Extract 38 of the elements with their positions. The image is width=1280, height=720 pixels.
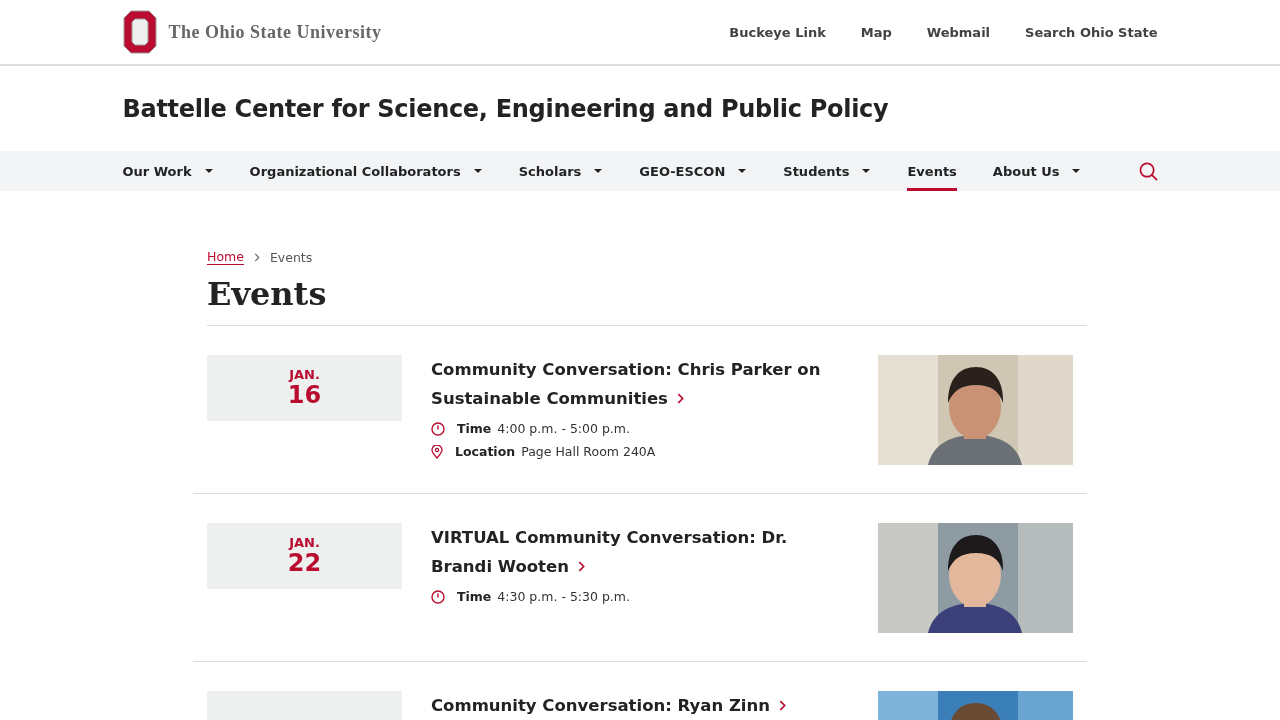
block-o-logo-icon[interactable] xyxy=(122,10,157,54)
nav-tab[interactable]: Our Work xyxy=(122,151,214,191)
header-link[interactable]: Webmail xyxy=(926,24,991,40)
nav-tab[interactable]: About Us xyxy=(992,151,1082,191)
detail-value: 4:30 p.m. - 5:30 p.m. xyxy=(497,588,630,606)
chevron-icon xyxy=(253,252,260,262)
header-link[interactable]: Map xyxy=(860,24,892,40)
detail-label: Time xyxy=(457,588,492,606)
nav-tab[interactable]: GEO-ESCON xyxy=(639,151,748,191)
nav-tab[interactable]: Scholars xyxy=(518,151,604,191)
event-title-link[interactable]: Community Conversation: Ryan Zinn xyxy=(431,691,851,720)
breadcrumb-current: Events xyxy=(269,249,313,265)
detail-label: Location xyxy=(455,443,516,461)
event-month: JAN. xyxy=(289,367,320,383)
university-name[interactable]: The Ohio State University xyxy=(168,21,382,43)
clock-icon xyxy=(431,421,445,436)
detail-value: Page Hall Room 240A xyxy=(521,443,656,461)
nav-tab[interactable]: Events xyxy=(907,151,957,191)
breadcrumb-link[interactable]: Home xyxy=(207,249,244,265)
event-day: 22 xyxy=(287,550,322,577)
event-title-link[interactable]: VIRTUAL Community Conversation: Dr. Brandi Wooten xyxy=(431,523,851,581)
chevron-icon xyxy=(779,700,787,711)
event-month: JAN. xyxy=(289,535,320,551)
site-title[interactable]: Battelle Center for Science, Engineering and Public Policy xyxy=(122,66,1158,151)
nav-tab[interactable]: Organizational Collaborators xyxy=(249,151,483,191)
header-link[interactable]: Buckeye Link xyxy=(729,24,826,40)
chevron-icon xyxy=(577,561,585,572)
clock-icon xyxy=(431,589,445,604)
chevron-icon xyxy=(676,393,684,404)
event-title-link[interactable]: Community Conversation: Chris Parker on Sustainable Communities xyxy=(431,355,851,413)
search-icon[interactable] xyxy=(1138,161,1158,181)
detail-value: 4:00 p.m. - 5:00 p.m. xyxy=(497,420,630,438)
page-heading: Events xyxy=(207,275,1087,326)
event-day: 16 xyxy=(287,382,322,409)
nav-tab[interactable]: Students xyxy=(783,151,872,191)
location-pin-icon xyxy=(431,444,443,459)
header-link[interactable]: Search Ohio State xyxy=(1025,24,1158,40)
detail-label: Time xyxy=(457,420,492,438)
